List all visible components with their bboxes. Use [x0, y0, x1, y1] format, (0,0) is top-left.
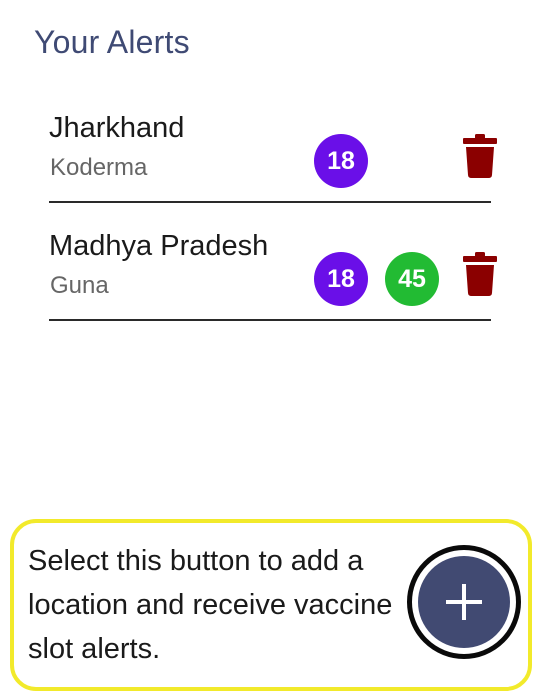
trash-icon[interactable]: [463, 252, 497, 296]
row-divider: [49, 319, 491, 321]
alert-district-name: Guna: [50, 272, 109, 299]
alert-state-name: Madhya Pradesh: [49, 230, 269, 262]
alert-list: Jharkhand Koderma 18 Madhya Pradesh Guna…: [49, 100, 497, 336]
age-18-badge: 18: [314, 252, 368, 306]
add-location-button[interactable]: [418, 556, 510, 648]
coach-mark-text: Select this button to add a location and…: [28, 545, 393, 665]
trash-icon[interactable]: [463, 134, 497, 178]
alert-district-name: Koderma: [50, 154, 148, 181]
alert-state-name: Jharkhand: [49, 112, 185, 144]
fab-highlight-ring: [407, 545, 521, 659]
age-18-badge: 18: [314, 134, 368, 188]
alert-row-jharkhand[interactable]: Jharkhand Koderma 18: [49, 100, 497, 218]
coach-mark-tooltip: Select this button to add a location and…: [10, 519, 532, 691]
age-45-badge: 45: [385, 252, 439, 306]
page-title: Your Alerts: [34, 24, 190, 60]
row-divider: [49, 201, 491, 203]
plus-icon: [446, 584, 482, 620]
alert-row-madhya-pradesh[interactable]: Madhya Pradesh Guna 18 45: [49, 218, 497, 336]
